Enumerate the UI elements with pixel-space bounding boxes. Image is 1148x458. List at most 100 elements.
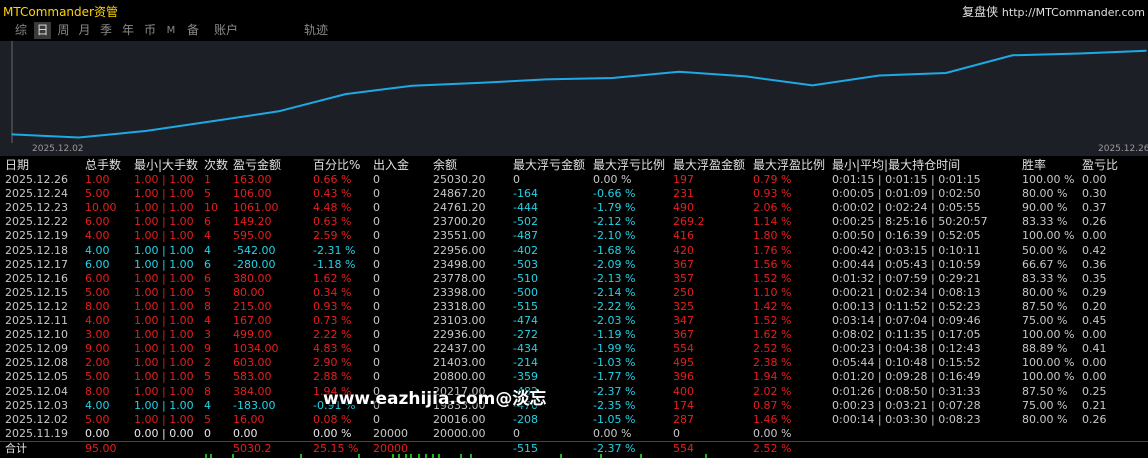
table-row[interactable]: 2025.12.19 4.00 1.00 | 1.00 4 595.00 2.59 % 0 2… [0, 229, 1148, 243]
cell-pnl-ratio: 0.00 [1082, 370, 1107, 384]
tab-magic[interactable]: M [164, 22, 178, 39]
tick-mark [438, 454, 440, 458]
cell-count: 10 [204, 201, 218, 215]
table-row[interactable]: 2025.12.05 5.00 1.00 | 1.00 5 583.00 2.88 % 0 2… [0, 370, 1148, 384]
cell-count: 6 [204, 215, 211, 229]
title-bar: MTCommander资管 复盘侠 http://MTCommander.com [0, 0, 1148, 20]
cell-max-float-loss-pct: -1.68 % [593, 243, 636, 257]
cell-total-lots: 5.00 [85, 370, 110, 384]
cell-deposit: 0 [373, 215, 380, 229]
header-min-max-lots[interactable]: 最小|大手数 [134, 158, 198, 172]
cell-pnl: 583.00 [233, 370, 272, 384]
table-row[interactable]: 2025.11.19 0.00 0.00 | 0.00 0 0.00 0.00 % 2000… [0, 427, 1148, 441]
header-win-rate[interactable]: 胜率 [1022, 158, 1046, 172]
table-row[interactable]: 2025.12.15 5.00 1.00 | 1.00 5 80.00 0.34 % 0 23… [0, 286, 1148, 300]
table-row[interactable]: 2025.12.10 3.00 1.00 | 1.00 3 499.00 2.22 % 0 2… [0, 328, 1148, 342]
cell-deposit: 0 [373, 412, 380, 426]
header-max-float-profit-pct[interactable]: 最大浮盈比例 [753, 158, 825, 172]
table-row[interactable]: 2025.12.17 6.00 1.00 | 1.00 6 -280.00 -1.18 %… [0, 258, 1148, 272]
header-max-float-loss[interactable]: 最大浮亏金额 [513, 158, 585, 172]
table-row[interactable]: 2025.12.16 6.00 1.00 | 1.00 6 380.00 1.62 % 0 2… [0, 272, 1148, 286]
cell-deposit: 0 [373, 201, 380, 215]
table-row[interactable]: 2025.12.04 8.00 1.00 | 1.00 8 384.00 1.94 % 0 2… [0, 385, 1148, 399]
cell-max-float-profit-pct: 1.14 % [753, 215, 792, 229]
cell-total-lots: 1.00 [85, 173, 110, 186]
cell-date: 2025.12.16 [5, 271, 68, 285]
cell-pnl: 499.00 [233, 328, 272, 342]
header-deposit[interactable]: 出入金 [373, 158, 409, 172]
tab-currency[interactable]: 币 [141, 22, 159, 39]
brand-url[interactable]: http://MTCommander.com [1002, 6, 1145, 19]
table-row[interactable]: 2025.12.08 2.00 1.00 | 1.00 2 603.00 2.90 % 0 2… [0, 356, 1148, 370]
cell-pnl-ratio: 0.37 [1082, 201, 1107, 215]
table-row[interactable]: 2025.12.22 6.00 1.00 | 1.00 6 149.20 0.63 % 0 2… [0, 215, 1148, 229]
cell-max-float-profit-pct: 1.46 % [753, 412, 792, 426]
cell-hold-time: 0:00:25 | 8:25:16 | 50:20:57 [832, 215, 988, 229]
cell-max-float-profit-pct: 2.38 % [753, 356, 792, 370]
cell-max-float-loss: -434 [513, 342, 538, 356]
brand-link[interactable]: 复盘侠 http://MTCommander.com [962, 3, 1145, 20]
tab-summary[interactable]: 综 [12, 22, 30, 39]
cell-count: 6 [204, 257, 211, 271]
cell-min-max-lots: 1.00 | 1.00 [134, 215, 194, 229]
cell-deposit: 0 [373, 314, 380, 327]
table-row[interactable]: 2025.12.26 1.00 1.00 | 1.00 1 163.00 0.66 % 0 2… [0, 173, 1148, 187]
cell-pnl-ratio: 0.42 [1082, 243, 1107, 257]
table-row[interactable]: 2025.12.24 5.00 1.00 | 1.00 5 106.00 0.43 % 0 2… [0, 187, 1148, 201]
cell-count: 6 [204, 271, 211, 285]
cell-pnl: 163.00 [233, 173, 272, 186]
header-pnl[interactable]: 盈亏金额 [233, 158, 281, 172]
header-total-lots[interactable]: 总手数 [85, 158, 121, 172]
tab-day[interactable]: 日 [34, 22, 51, 39]
tick-mark [300, 454, 302, 458]
tick-mark [560, 454, 562, 458]
cell-percent: -1.18 % [313, 257, 356, 271]
cell-min-max-lots: 1.00 | 1.00 [134, 314, 194, 327]
tab-account[interactable]: 账户 [210, 22, 242, 39]
cell-win-rate: 100.00 % [1022, 229, 1075, 243]
tab-month[interactable]: 月 [76, 22, 93, 39]
cell-pnl-ratio: 0.36 [1082, 257, 1107, 271]
cell-hold-time: 0:03:14 | 0:07:04 | 0:09:46 [832, 314, 981, 327]
header-balance[interactable]: 余额 [433, 158, 457, 172]
cell-total-lots: 8.00 [85, 384, 110, 398]
table-row[interactable]: 2025.12.23 10.00 1.00 | 1.00 10 1061.00 4.48 … [0, 201, 1148, 215]
table-row[interactable]: 2025.12.09 9.00 1.00 | 1.00 9 1034.00 4.83 % 0… [0, 342, 1148, 356]
cell-pnl-ratio: 0.00 [1082, 173, 1107, 186]
table-row[interactable]: 2025.12.18 4.00 1.00 | 1.00 4 -542.00 -2.31 %… [0, 244, 1148, 258]
cell-max-float-profit: 367 [673, 257, 694, 271]
cell-max-float-profit: 420 [673, 243, 694, 257]
tab-year[interactable]: 年 [119, 22, 137, 39]
table-row[interactable]: 2025.12.03 4.00 1.00 | 1.00 4 -183.00 -0.91 %… [0, 399, 1148, 413]
header-hold-time[interactable]: 最小|平均|最大持仓时间 [832, 158, 960, 172]
cell-count: 4 [204, 398, 211, 412]
cell-max-float-loss-pct: 0.00 % [593, 173, 632, 186]
table-row[interactable]: 2025.12.12 8.00 1.00 | 1.00 8 215.00 0.93 % 0 2… [0, 300, 1148, 314]
cell-max-float-profit: 396 [673, 370, 694, 384]
cell-date: 2025.11.19 [5, 426, 68, 440]
header-max-float-profit[interactable]: 最大浮盈金额 [673, 158, 745, 172]
cell-percent: 1.62 % [313, 271, 352, 285]
equity-point [478, 82, 480, 84]
cell-max-float-profit: 357 [673, 271, 694, 285]
cell-total-lots: 4.00 [85, 398, 110, 412]
cell-min-max-lots: 1.00 | 1.00 [134, 384, 194, 398]
header-max-float-loss-pct[interactable]: 最大浮亏比例 [593, 158, 665, 172]
header-count[interactable]: 次数 [204, 158, 228, 172]
tab-note[interactable]: 备 [184, 22, 202, 39]
header-pnl-ratio[interactable]: 盈亏比 [1082, 158, 1118, 172]
cell-date: 2025.12.12 [5, 299, 68, 313]
cell-deposit: 0 [373, 342, 380, 356]
cell-date: 2025.12.18 [5, 243, 68, 257]
cell-hold-time: 0:01:26 | 0:08:50 | 0:31:33 [832, 384, 981, 398]
brand-name: 复盘侠 [962, 5, 999, 19]
tab-track[interactable]: 轨迹 [296, 22, 336, 39]
header-date[interactable]: 日期 [5, 158, 29, 172]
table-row[interactable]: 2025.12.02 5.00 1.00 | 1.00 5 16.00 0.08 % 0 20… [0, 413, 1148, 427]
tab-quarter[interactable]: 季 [97, 22, 115, 39]
cell-balance: 25030.20 [433, 173, 486, 186]
tab-week[interactable]: 周 [55, 22, 72, 39]
cell-balance: 23103.00 [433, 314, 486, 327]
header-percent[interactable]: 百分比% [313, 158, 360, 172]
table-row[interactable]: 2025.12.11 4.00 1.00 | 1.00 4 167.00 0.73 % 0 2… [0, 314, 1148, 328]
